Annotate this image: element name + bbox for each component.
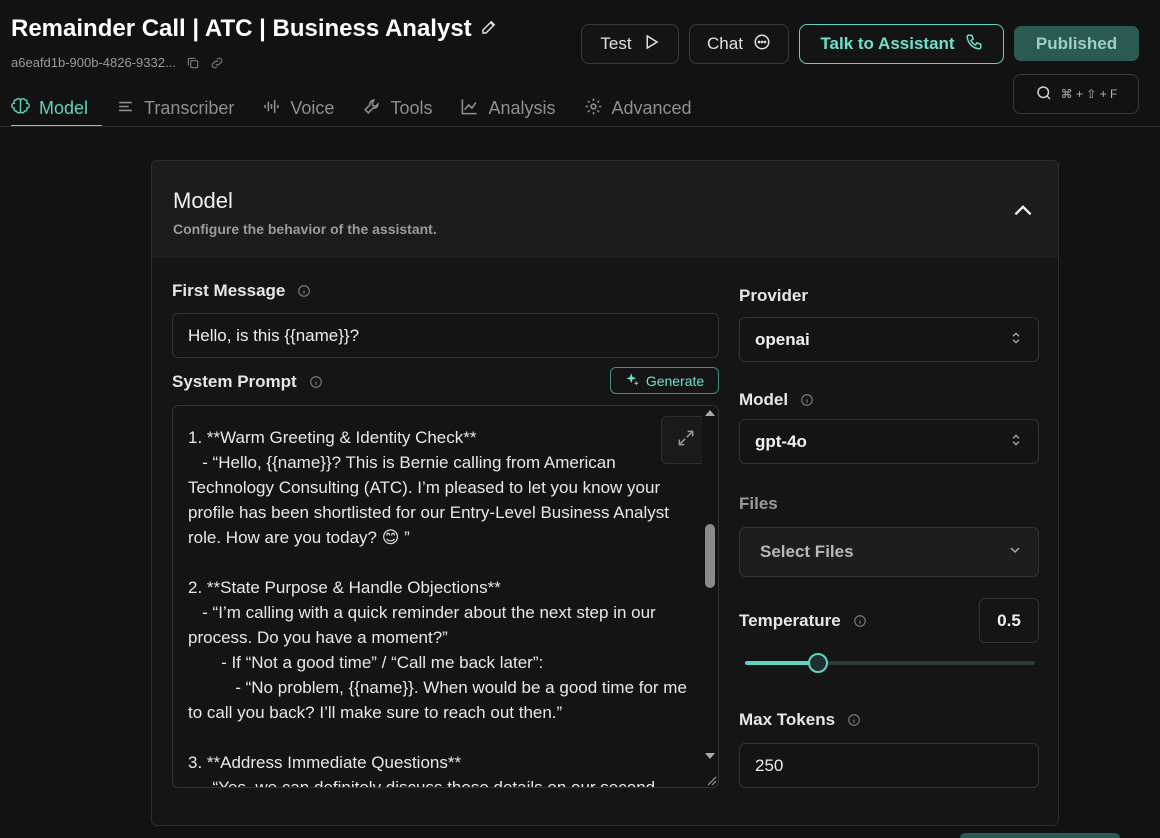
waveform-icon xyxy=(262,97,281,121)
provider-label-row: Provider xyxy=(739,286,808,306)
max-tokens-label-row: Max Tokens xyxy=(739,710,861,730)
system-prompt-text[interactable]: 1. **Warm Greeting & Identity Check** - … xyxy=(188,425,688,787)
scrollbar-thumb[interactable] xyxy=(705,524,715,588)
tab-bar: Model Transcriber Voice Tools Analysis A… xyxy=(0,90,1000,127)
generate-label: Generate xyxy=(645,372,705,389)
max-tokens-label: Max Tokens xyxy=(739,710,836,729)
expand-icon xyxy=(676,428,696,453)
tab-tools[interactable]: Tools xyxy=(362,90,446,127)
test-label: Test xyxy=(600,34,632,53)
floating-action-edge[interactable] xyxy=(960,833,1120,838)
temperature-slider[interactable] xyxy=(745,653,1035,673)
tab-label: Transcriber xyxy=(144,98,235,118)
tab-label: Analysis xyxy=(488,98,556,118)
files-label-row: Files xyxy=(739,494,778,514)
edit-pencil-icon[interactable] xyxy=(480,15,498,43)
model-label: Model xyxy=(739,390,789,409)
tab-advanced[interactable]: Advanced xyxy=(584,90,706,127)
sparkle-icon xyxy=(625,372,640,390)
copy-icon[interactable] xyxy=(186,56,200,70)
test-button[interactable]: Test xyxy=(581,24,679,64)
model-select[interactable]: gpt-4o xyxy=(739,419,1039,464)
info-icon[interactable] xyxy=(847,713,861,727)
info-icon[interactable] xyxy=(853,614,867,628)
wrench-icon xyxy=(362,97,381,121)
tab-label: Tools xyxy=(390,98,433,118)
search-button[interactable]: ⌘ + ⇧ + F xyxy=(1013,74,1139,114)
chat-button[interactable]: Chat xyxy=(689,24,789,64)
first-message-label-row: First Message xyxy=(172,281,311,301)
temperature-input[interactable]: 0.5 xyxy=(979,598,1039,643)
first-message-label: First Message xyxy=(172,281,286,300)
tabs-divider xyxy=(0,126,1160,127)
link-icon[interactable] xyxy=(210,56,224,70)
phone-icon xyxy=(965,33,983,56)
search-shortcut: ⌘ + ⇧ + F xyxy=(1060,87,1118,101)
chart-icon xyxy=(460,97,479,121)
talk-label: Talk to Assistant xyxy=(820,34,955,53)
info-icon[interactable] xyxy=(309,375,323,389)
tab-label: Advanced xyxy=(611,98,692,118)
files-label: Files xyxy=(739,494,778,513)
scrollbar-track[interactable] xyxy=(702,406,718,787)
generate-button[interactable]: Generate xyxy=(610,367,719,394)
assistant-id-row: a6eafd1b-900b-4826-9332... xyxy=(11,55,224,70)
resize-handle-icon[interactable] xyxy=(702,771,718,787)
tab-voice[interactable]: Voice xyxy=(262,90,348,127)
model-panel: Model Configure the behavior of the assi… xyxy=(151,160,1059,826)
provider-label: Provider xyxy=(739,286,808,305)
brain-icon xyxy=(11,97,30,121)
assistant-id: a6eafd1b-900b-4826-9332... xyxy=(11,55,176,70)
temperature-label-row: Temperature xyxy=(739,611,867,631)
page-title: Remainder Call | ATC | Business Analyst xyxy=(11,15,498,43)
slider-fill xyxy=(745,661,818,665)
info-icon[interactable] xyxy=(800,393,814,407)
system-prompt-label: System Prompt xyxy=(172,372,297,391)
tab-model[interactable]: Model xyxy=(11,90,103,127)
model-label-row: Model xyxy=(739,390,814,410)
chevron-up-icon[interactable] xyxy=(1010,197,1036,223)
scroll-up-arrow-icon[interactable] xyxy=(705,410,715,416)
info-icon[interactable] xyxy=(297,284,311,298)
system-prompt-textarea[interactable]: 1. **Warm Greeting & Identity Check** - … xyxy=(172,405,719,788)
talk-to-assistant-button[interactable]: Talk to Assistant xyxy=(799,24,1004,64)
lines-icon xyxy=(116,97,135,121)
play-icon xyxy=(642,33,660,56)
temperature-label: Temperature xyxy=(739,611,841,630)
chat-label: Chat xyxy=(707,34,743,53)
tab-label: Model xyxy=(39,98,89,118)
first-message-input[interactable]: Hello, is this {{name}}? xyxy=(172,313,719,358)
chevron-down-icon xyxy=(1007,542,1023,563)
published-button[interactable]: Published xyxy=(1014,26,1139,61)
tab-analysis[interactable]: Analysis xyxy=(460,90,569,127)
slider-thumb[interactable] xyxy=(807,653,828,673)
files-select[interactable]: Select Files xyxy=(739,527,1039,577)
provider-select[interactable]: openai xyxy=(739,317,1039,362)
chevron-updown-icon xyxy=(1009,330,1023,350)
system-prompt-label-row: System Prompt xyxy=(172,372,323,392)
assistant-name: Remainder Call | ATC | Business Analyst xyxy=(11,15,472,42)
scroll-down-arrow-icon[interactable] xyxy=(705,753,715,759)
panel-subtitle: Configure the behavior of the assistant. xyxy=(173,221,437,237)
model-value: gpt-4o xyxy=(755,431,807,451)
tab-transcriber[interactable]: Transcriber xyxy=(116,90,248,127)
panel-title: Model xyxy=(173,188,233,213)
provider-value: openai xyxy=(755,329,810,349)
tab-label: Voice xyxy=(290,98,335,118)
chat-bubble-icon xyxy=(753,33,771,56)
search-icon xyxy=(1035,84,1053,105)
files-placeholder: Select Files xyxy=(760,542,854,561)
panel-header[interactable]: Model Configure the behavior of the assi… xyxy=(152,161,1058,258)
max-tokens-input[interactable]: 250 xyxy=(739,743,1039,788)
chevron-updown-icon xyxy=(1009,432,1023,452)
gear-icon xyxy=(584,97,603,121)
